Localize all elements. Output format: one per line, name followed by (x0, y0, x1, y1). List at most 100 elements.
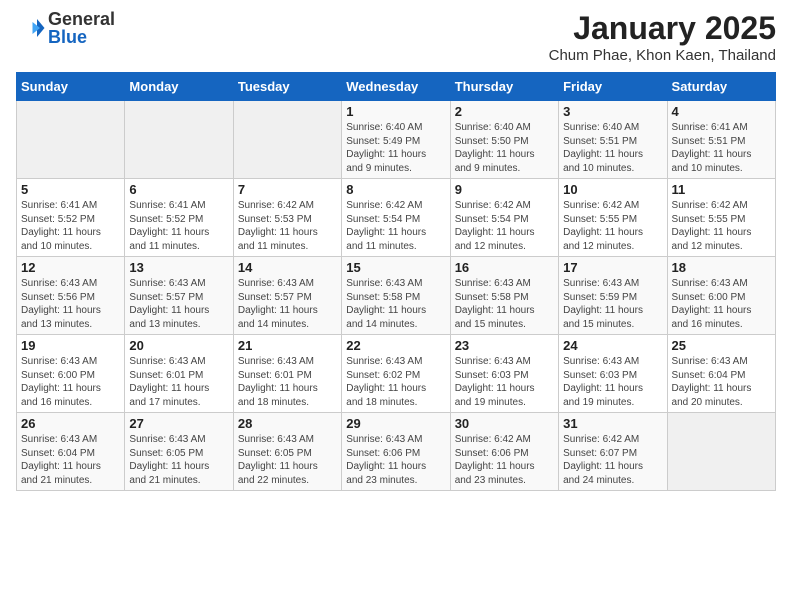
calendar-cell: 6Sunrise: 6:41 AM Sunset: 5:52 PM Daylig… (125, 179, 233, 257)
day-detail: Sunrise: 6:40 AM Sunset: 5:51 PM Dayligh… (563, 121, 662, 175)
day-detail: Sunrise: 6:43 AM Sunset: 6:04 PM Dayligh… (672, 355, 771, 409)
day-number: 10 (563, 182, 662, 197)
calendar-cell: 8 Sunrise: 6:42 AM Sunset: 5:54 PM Daylig… (342, 179, 450, 257)
day-number: 31 (563, 416, 662, 431)
day-detail: Sunrise: 6:42 AM Sunset: 6:06 PM Dayligh… (455, 433, 554, 487)
calendar-cell: 1 Sunrise: 6:40 AM Sunset: 5:49 PM Daylig… (342, 101, 450, 179)
calendar-cell: 11Sunrise: 6:42 AM Sunset: 5:55 PM Dayli… (667, 179, 775, 257)
day-detail: Sunrise: 6:43 AM Sunset: 6:03 PM Dayligh… (455, 355, 554, 409)
day-detail: Sunrise: 6:41 AM Sunset: 5:52 PM Dayligh… (21, 199, 120, 253)
day-detail: Sunrise: 6:43 AM Sunset: 5:59 PM Dayligh… (563, 277, 662, 331)
day-number: 5 (21, 182, 120, 197)
calendar-cell: 2Sunrise: 6:40 AM Sunset: 5:50 PM Daylig… (450, 101, 558, 179)
day-detail: Sunrise: 6:40 AM Sunset: 5:50 PM Dayligh… (455, 121, 554, 175)
day-detail: Sunrise: 6:43 AM Sunset: 6:00 PM Dayligh… (672, 277, 771, 331)
calendar-cell: 27 Sunrise: 6:43 AM Sunset: 6:05 PM Dayli… (125, 413, 233, 491)
day-number: 23 (455, 338, 554, 353)
header-saturday: Saturday (667, 73, 775, 101)
day-number: 19 (21, 338, 120, 353)
day-detail: Sunrise: 6:43 AM Sunset: 5:57 PM Dayligh… (238, 277, 337, 331)
calendar-cell: 22Sunrise: 6:43 AM Sunset: 6:02 PM Dayli… (342, 335, 450, 413)
calendar-cell: 30Sunrise: 6:42 AM Sunset: 6:06 PM Dayli… (450, 413, 558, 491)
header-sunday: Sunday (17, 73, 125, 101)
day-number: 15 (346, 260, 445, 275)
calendar-table: SundayMondayTuesdayWednesdayThursdayFrid… (16, 72, 776, 491)
calendar-cell (667, 413, 775, 491)
calendar-cell: 17 Sunrise: 6:43 AM Sunset: 5:59 PM Dayli… (559, 257, 667, 335)
day-number: 7 (238, 182, 337, 197)
calendar-cell: 12 Sunrise: 6:43 AM Sunset: 5:56 PM Dayli… (17, 257, 125, 335)
calendar-cell: 5 Sunrise: 6:41 AM Sunset: 5:52 PM Daylig… (17, 179, 125, 257)
week-row-3: 12 Sunrise: 6:43 AM Sunset: 5:56 PM Dayli… (17, 257, 776, 335)
page-subtitle: Chum Phae, Khon Kaen, Thailand (549, 47, 776, 64)
day-detail: Sunrise: 6:43 AM Sunset: 6:01 PM Dayligh… (238, 355, 337, 409)
day-number: 11 (672, 182, 771, 197)
page-title: January 2025 (549, 10, 776, 47)
day-detail: Sunrise: 6:43 AM Sunset: 6:06 PM Dayligh… (346, 433, 445, 487)
day-number: 25 (672, 338, 771, 353)
calendar-body: 1 Sunrise: 6:40 AM Sunset: 5:49 PM Daylig… (17, 101, 776, 491)
calendar-cell: 18 Sunrise: 6:43 AM Sunset: 6:00 PM Dayli… (667, 257, 775, 335)
day-detail: Sunrise: 6:43 AM Sunset: 6:04 PM Dayligh… (21, 433, 120, 487)
day-number: 16 (455, 260, 554, 275)
header-monday: Monday (125, 73, 233, 101)
day-detail: Sunrise: 6:43 AM Sunset: 5:58 PM Dayligh… (346, 277, 445, 331)
day-detail: Sunrise: 6:43 AM Sunset: 5:57 PM Dayligh… (129, 277, 228, 331)
calendar-cell: 7 Sunrise: 6:42 AM Sunset: 5:53 PM Daylig… (233, 179, 341, 257)
title-block: January 2025 Chum Phae, Khon Kaen, Thail… (549, 10, 776, 64)
calendar-cell (233, 101, 341, 179)
week-row-5: 26Sunrise: 6:43 AM Sunset: 6:04 PM Dayli… (17, 413, 776, 491)
calendar-cell: 24 Sunrise: 6:43 AM Sunset: 6:03 PM Dayli… (559, 335, 667, 413)
header-tuesday: Tuesday (233, 73, 341, 101)
week-row-1: 1 Sunrise: 6:40 AM Sunset: 5:49 PM Daylig… (17, 101, 776, 179)
day-number: 29 (346, 416, 445, 431)
calendar-cell: 28 Sunrise: 6:43 AM Sunset: 6:05 PM Dayli… (233, 413, 341, 491)
day-detail: Sunrise: 6:42 AM Sunset: 5:54 PM Dayligh… (346, 199, 445, 253)
calendar-cell: 25 Sunrise: 6:43 AM Sunset: 6:04 PM Dayli… (667, 335, 775, 413)
logo-blue-text: Blue (48, 28, 115, 46)
day-number: 27 (129, 416, 228, 431)
calendar-cell (125, 101, 233, 179)
day-number: 18 (672, 260, 771, 275)
calendar-cell: 13 Sunrise: 6:43 AM Sunset: 5:57 PM Dayli… (125, 257, 233, 335)
day-number: 8 (346, 182, 445, 197)
day-number: 24 (563, 338, 662, 353)
day-number: 12 (21, 260, 120, 275)
day-detail: Sunrise: 6:42 AM Sunset: 5:53 PM Dayligh… (238, 199, 337, 253)
header: General Blue January 2025 Chum Phae, Kho… (16, 10, 776, 64)
day-detail: Sunrise: 6:43 AM Sunset: 6:05 PM Dayligh… (129, 433, 228, 487)
day-detail: Sunrise: 6:42 AM Sunset: 5:55 PM Dayligh… (563, 199, 662, 253)
day-detail: Sunrise: 6:43 AM Sunset: 6:05 PM Dayligh… (238, 433, 337, 487)
week-row-4: 19 Sunrise: 6:43 AM Sunset: 6:00 PM Dayli… (17, 335, 776, 413)
calendar-cell: 29 Sunrise: 6:43 AM Sunset: 6:06 PM Dayli… (342, 413, 450, 491)
day-detail: Sunrise: 6:40 AM Sunset: 5:49 PM Dayligh… (346, 121, 445, 175)
logo-text: General Blue (48, 10, 115, 46)
day-detail: Sunrise: 6:42 AM Sunset: 6:07 PM Dayligh… (563, 433, 662, 487)
calendar-cell: 26Sunrise: 6:43 AM Sunset: 6:04 PM Dayli… (17, 413, 125, 491)
header-thursday: Thursday (450, 73, 558, 101)
calendar-cell: 20Sunrise: 6:43 AM Sunset: 6:01 PM Dayli… (125, 335, 233, 413)
day-number: 13 (129, 260, 228, 275)
day-number: 1 (346, 104, 445, 119)
day-detail: Sunrise: 6:43 AM Sunset: 5:56 PM Dayligh… (21, 277, 120, 331)
day-number: 17 (563, 260, 662, 275)
day-number: 22 (346, 338, 445, 353)
calendar-cell: 14Sunrise: 6:43 AM Sunset: 5:57 PM Dayli… (233, 257, 341, 335)
day-number: 4 (672, 104, 771, 119)
header-friday: Friday (559, 73, 667, 101)
logo: General Blue (16, 10, 115, 46)
day-detail: Sunrise: 6:43 AM Sunset: 6:01 PM Dayligh… (129, 355, 228, 409)
header-wednesday: Wednesday (342, 73, 450, 101)
calendar-cell: 10 Sunrise: 6:42 AM Sunset: 5:55 PM Dayli… (559, 179, 667, 257)
day-detail: Sunrise: 6:41 AM Sunset: 5:51 PM Dayligh… (672, 121, 771, 175)
logo-general-text: General (48, 10, 115, 28)
calendar-cell: 15 Sunrise: 6:43 AM Sunset: 5:58 PM Dayli… (342, 257, 450, 335)
day-detail: Sunrise: 6:43 AM Sunset: 6:00 PM Dayligh… (21, 355, 120, 409)
logo-icon (16, 13, 46, 43)
day-detail: Sunrise: 6:43 AM Sunset: 6:03 PM Dayligh… (563, 355, 662, 409)
day-number: 28 (238, 416, 337, 431)
calendar-cell: 16Sunrise: 6:43 AM Sunset: 5:58 PM Dayli… (450, 257, 558, 335)
calendar-cell: 3Sunrise: 6:40 AM Sunset: 5:51 PM Daylig… (559, 101, 667, 179)
week-row-2: 5 Sunrise: 6:41 AM Sunset: 5:52 PM Daylig… (17, 179, 776, 257)
day-number: 6 (129, 182, 228, 197)
